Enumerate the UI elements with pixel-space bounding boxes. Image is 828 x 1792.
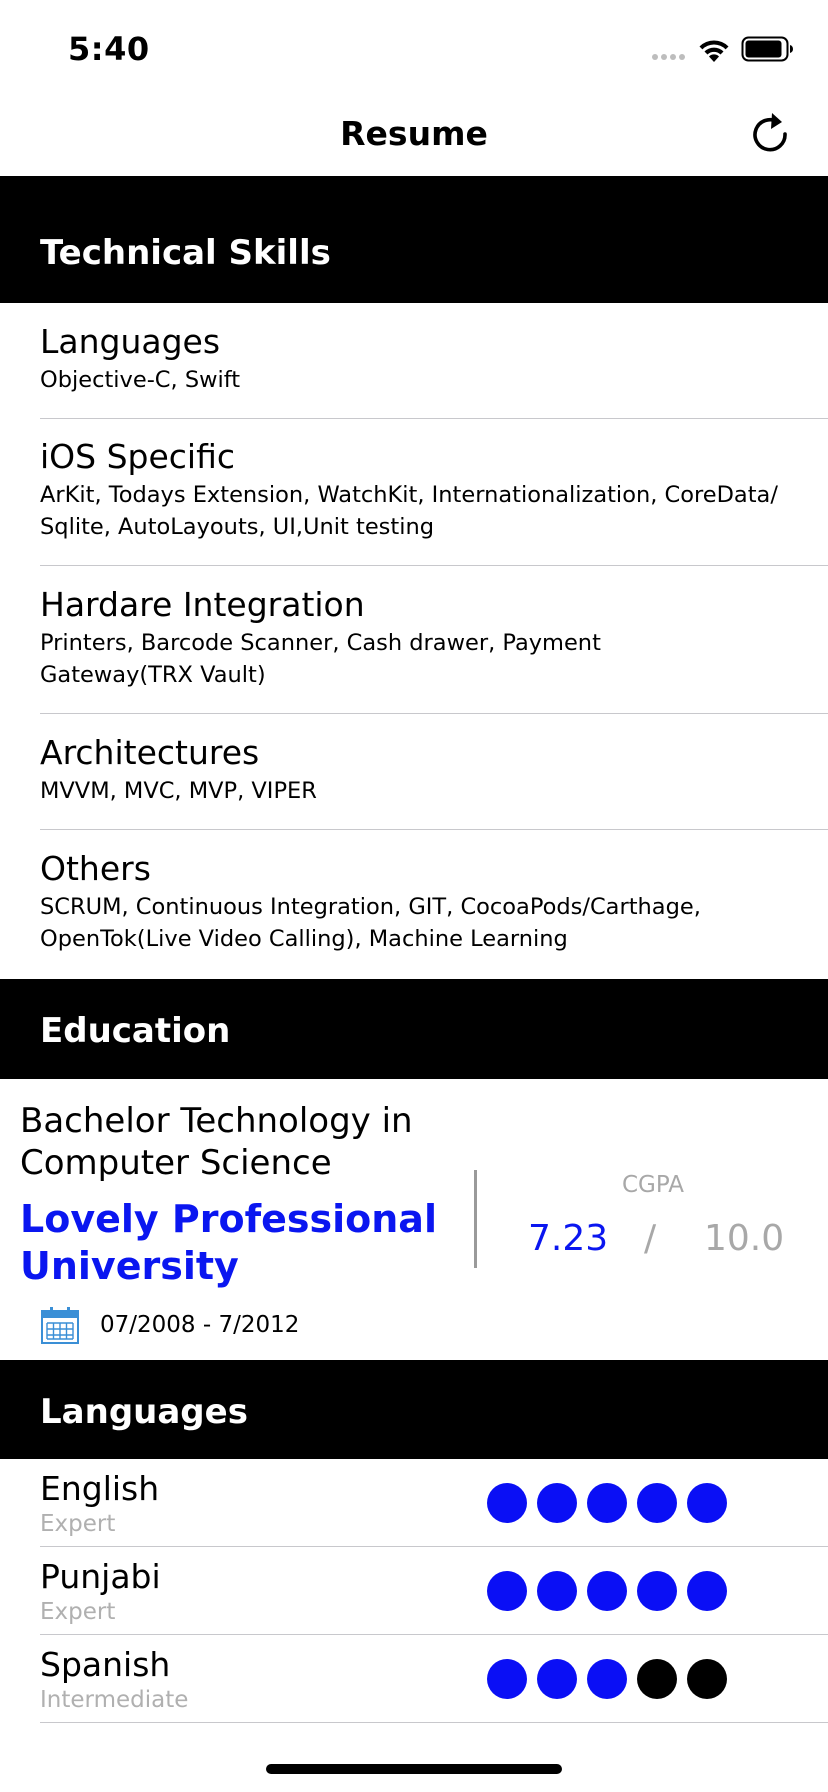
home-indicator xyxy=(266,1764,562,1774)
rating-dots xyxy=(487,1659,727,1699)
language-name: Punjabi xyxy=(40,1557,161,1596)
skill-row: iOS Specific ArKit, Todays Extension, Wa… xyxy=(40,437,828,543)
row-separator xyxy=(40,418,828,419)
rating-dot-empty xyxy=(687,1659,727,1699)
skill-description: SCRUM, Continuous Integration, GIT, Coco… xyxy=(40,894,701,952)
rating-dot-filled xyxy=(637,1571,677,1611)
rating-dot-filled xyxy=(537,1659,577,1699)
skill-description: ArKit, Todays Extension, WatchKit, Inter… xyxy=(40,482,778,540)
skill-row: Architectures MVVM, MVC, MVP, VIPER xyxy=(40,733,828,807)
row-separator xyxy=(40,1546,828,1547)
skill-description: Objective-C, Swift xyxy=(40,367,241,393)
rating-dots xyxy=(487,1571,727,1611)
skill-title: Others xyxy=(40,849,151,888)
status-time: 5:40 xyxy=(68,30,150,68)
skill-title: Languages xyxy=(40,322,221,361)
section-header-education: Education xyxy=(0,979,828,1079)
cgpa-max: 10.0 xyxy=(704,1218,785,1259)
education-dates: 07/2008 - 7/2012 xyxy=(100,1312,300,1338)
cgpa-label: CGPA xyxy=(621,1172,684,1198)
language-name: English xyxy=(40,1469,160,1508)
skill-description: MVVM, MVC, MVP, VIPER xyxy=(40,778,317,804)
vertical-divider xyxy=(474,1170,477,1268)
language-level: Expert xyxy=(40,1511,116,1537)
rating-dot-filled xyxy=(587,1483,627,1523)
section-title: Technical Skills xyxy=(40,233,331,273)
skill-title: iOS Specific xyxy=(40,437,236,476)
language-row: Spanish Intermediate xyxy=(40,1645,828,1733)
skill-title: Hardare Integration xyxy=(40,585,365,624)
page-title: Resume xyxy=(340,114,488,153)
rating-dot-filled xyxy=(687,1483,727,1523)
cellular-signal-icon xyxy=(652,54,685,60)
section-title: Education xyxy=(40,1011,231,1051)
skill-description: Printers, Barcode Scanner, Cash drawer, … xyxy=(40,630,601,688)
section-header-languages: Languages xyxy=(0,1360,828,1459)
section-header-technical-skills: Technical Skills xyxy=(0,176,828,303)
navigation-bar: Resume xyxy=(0,96,828,176)
status-bar: 5:40 xyxy=(0,0,828,96)
rating-dot-filled xyxy=(587,1571,627,1611)
education-university[interactable]: Lovely Professional University xyxy=(20,1196,460,1290)
skill-row: Hardare Integration Printers, Barcode Sc… xyxy=(40,585,828,691)
education-degree: Bachelor Technology in Computer Science xyxy=(20,1101,413,1183)
skill-row: Languages Objective-C, Swift xyxy=(40,322,828,396)
rating-dot-filled xyxy=(537,1571,577,1611)
language-row: English Expert xyxy=(40,1469,828,1557)
refresh-icon[interactable] xyxy=(748,110,792,158)
calendar-icon xyxy=(41,1307,79,1344)
cgpa-separator: / xyxy=(644,1218,657,1259)
language-row: Punjabi Expert xyxy=(40,1557,828,1645)
row-separator xyxy=(40,1722,828,1723)
language-level: Expert xyxy=(40,1599,116,1625)
wifi-icon xyxy=(699,40,729,62)
language-level: Intermediate xyxy=(40,1687,189,1713)
rating-dot-filled xyxy=(487,1571,527,1611)
row-separator xyxy=(40,829,828,830)
language-name: Spanish xyxy=(40,1645,171,1684)
battery-icon xyxy=(741,36,793,62)
rating-dots xyxy=(487,1483,727,1523)
row-separator xyxy=(40,713,828,714)
section-title: Languages xyxy=(40,1392,248,1432)
cgpa-value: 7.23 xyxy=(528,1218,609,1259)
rating-dot-filled xyxy=(487,1659,527,1699)
skill-title: Architectures xyxy=(40,733,260,772)
rating-dot-filled xyxy=(487,1483,527,1523)
rating-dot-filled xyxy=(537,1483,577,1523)
row-separator xyxy=(40,1634,828,1635)
rating-dot-filled xyxy=(587,1659,627,1699)
rating-dot-empty xyxy=(637,1659,677,1699)
row-separator xyxy=(40,565,828,566)
skill-row: Others SCRUM, Continuous Integration, GI… xyxy=(40,849,828,955)
rating-dot-filled xyxy=(637,1483,677,1523)
rating-dot-filled xyxy=(687,1571,727,1611)
